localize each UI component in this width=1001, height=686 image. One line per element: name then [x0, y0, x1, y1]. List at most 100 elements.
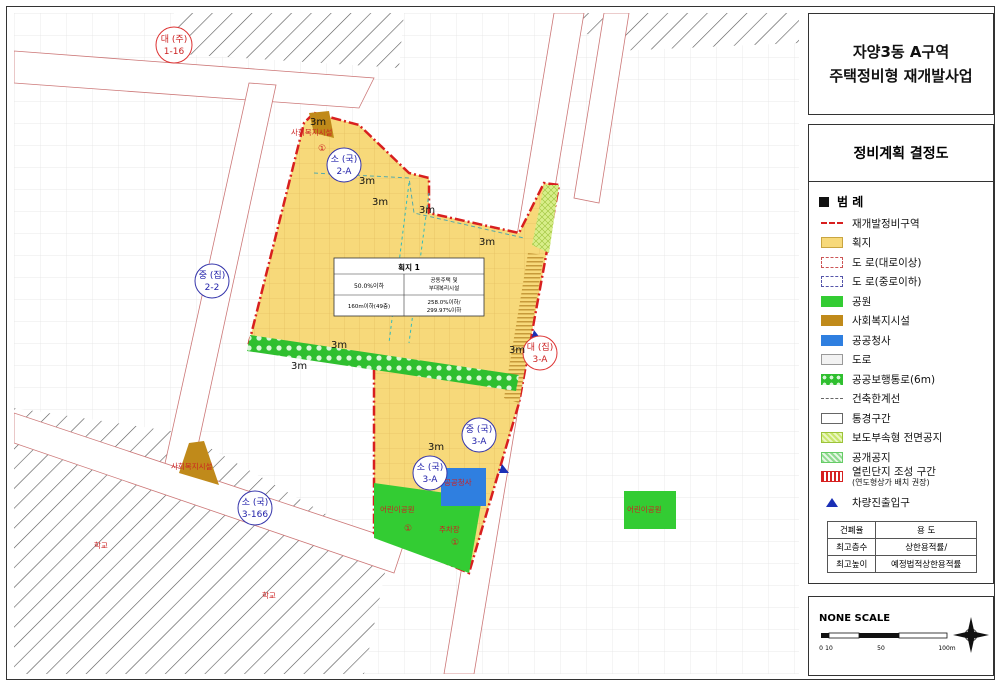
road-label-1: 대 (주) 1-16: [155, 26, 193, 64]
svg-text:100m: 100m: [938, 645, 955, 652]
svg-text:주차장: 주차장: [439, 524, 460, 534]
legend-item: 도로: [821, 352, 871, 368]
plan-map: 획지 1 50.0%이하 공동주택 및 부대복리시설 160m이하(49층) 2…: [14, 13, 799, 674]
road-label-5: 중 (국) 3-A: [461, 417, 497, 453]
legend-item: 공공청사: [821, 332, 891, 348]
lot-table: 획지 1 50.0%이하 공동주택 및 부대복리시설 160m이하(49층) 2…: [333, 257, 485, 317]
legend-item-label: 건축한계선: [852, 393, 901, 405]
legend-item-label: 획지: [852, 237, 872, 249]
svg-text:①: ①: [451, 538, 459, 548]
legend-item: 사회복지시설: [821, 313, 910, 329]
view-corridor-icon: [821, 412, 843, 424]
legend-item-label: 재개발정비구역: [852, 217, 920, 230]
svg-text:어린이공원: 어린이공원: [380, 504, 415, 514]
road-fill-icon: [821, 354, 843, 365]
svg-text:3-A: 3-A: [423, 475, 439, 485]
legend-table: 건폐율 용 도 최고층수 상한용적률/ 최고높이 예정법적상한용적률: [826, 521, 977, 573]
lot-fill-icon: [821, 237, 843, 248]
vehicle-entrance-triangle-icon: [821, 497, 843, 508]
road-label-2: 소 (국) 2-A: [326, 147, 362, 183]
scale-bar: 0 10 50 100m: [819, 632, 956, 652]
legend-item-label: 도로: [852, 354, 872, 366]
svg-text:공동주택 및: 공동주택 및: [430, 277, 457, 284]
svg-text:학교: 학교: [94, 540, 108, 550]
setback-label: 3m: [479, 237, 495, 248]
svg-text:2-A: 2-A: [337, 167, 353, 177]
road-label-4: 대 (집) 3-A: [522, 335, 558, 371]
legend-item: 재개발정비구역: [821, 215, 920, 231]
road-label-3: 중 (집) 2-2: [194, 263, 230, 299]
legend-item: 공개공지: [821, 449, 891, 465]
svg-text:2-2: 2-2: [205, 283, 220, 293]
legend-item-label: 공공보행통로(6m): [852, 373, 936, 386]
svg-text:50.0%이하: 50.0%이하: [354, 282, 385, 290]
legend-item: 차량진출입구: [821, 494, 910, 510]
legend-square-icon: [819, 197, 829, 207]
legend-item-label: 공개공지: [852, 451, 891, 464]
legend-heading: 정비계획 결정도: [809, 125, 993, 182]
svg-text:50: 50: [877, 645, 885, 652]
legend-item: 획지: [821, 235, 871, 251]
legend-item: 도 로(중로이하): [821, 274, 922, 290]
legend-item: 보도부속형 전면공지: [821, 430, 942, 446]
svg-text:160m이하(49층): 160m이하(49층): [348, 302, 390, 310]
svg-text:①: ①: [318, 144, 326, 154]
title-box: 자양3동 A구역 주택정비형 재개발사업: [808, 13, 994, 115]
setback-label: 3m: [428, 442, 444, 453]
setback-label: 3m: [509, 345, 525, 356]
legend-title: 범 례: [819, 193, 863, 210]
building-line-icon: [821, 398, 843, 399]
svg-text:중 (집): 중 (집): [199, 269, 225, 281]
open-space-hatch-icon: [821, 451, 843, 463]
setback-label: 3m: [359, 176, 375, 187]
svg-text:학교: 학교: [262, 590, 276, 600]
svg-text:10: 10: [825, 645, 833, 652]
road-label-7: 소 (국) 3-166: [237, 490, 273, 526]
svg-text:0: 0: [819, 645, 823, 652]
svg-text:중 (국): 중 (국): [466, 424, 492, 435]
road-label-6: 소 (국) 3-A: [412, 455, 448, 491]
svg-text:1-16: 1-16: [164, 47, 185, 57]
government-building: [441, 468, 486, 506]
front-space-hatch-icon: [821, 432, 843, 443]
park-fill-icon: [821, 295, 843, 307]
svg-text:①: ①: [404, 524, 412, 534]
svg-text:3-166: 3-166: [242, 510, 268, 520]
legend-item-label: 통경구간: [852, 412, 891, 425]
legend-item-label: 차량진출입구: [852, 496, 910, 509]
road-major-icon: [821, 256, 843, 268]
legend-item-label: 사회복지시설: [852, 315, 910, 327]
legend-item-label: 도 로(중로이하): [852, 276, 922, 288]
setback-label: 3m: [310, 117, 326, 128]
setback-label: 3m: [372, 197, 388, 208]
boundary-line-icon: [821, 222, 843, 224]
legend-item-label: 보도부속형 전면공지: [852, 432, 943, 444]
svg-text:3-A: 3-A: [533, 355, 549, 365]
svg-text:소 (국): 소 (국): [331, 154, 357, 165]
road-minor-icon: [821, 276, 843, 287]
legend-item-label: 공원: [852, 295, 872, 308]
title-line-2: 주택정비형 재개발사업: [829, 67, 973, 85]
legend-item: 공공보행통로(6m): [821, 371, 935, 387]
scale-box: NONE SCALE 0 10 50 100m: [808, 596, 994, 676]
svg-text:258.0%이하/: 258.0%이하/: [428, 298, 461, 306]
lot-table-title: 획지 1: [398, 262, 420, 272]
svg-text:소 (국): 소 (국): [242, 497, 268, 508]
legend-panel: 정비계획 결정도 범 례 재개발정비구역획지도 로(대로이상) 도 로(중로이하)…: [808, 124, 994, 584]
setback-label: 3m: [331, 340, 347, 351]
svg-text:부대복리시설: 부대복리시설: [429, 284, 459, 292]
north-arrow-icon: [953, 617, 989, 653]
svg-text:대 (집): 대 (집): [527, 341, 553, 353]
svg-text:소 (국): 소 (국): [417, 462, 443, 473]
legend-item: 도 로(대로이상): [821, 254, 922, 270]
legend-item-label: 공공청사: [852, 334, 891, 347]
svg-text:사회복지시설: 사회복지시설: [171, 462, 212, 471]
open-complex-stripes-icon: [821, 471, 843, 482]
svg-text:사회복지시설: 사회복지시설: [291, 128, 332, 137]
legend-item: 통경구간: [821, 410, 891, 426]
setback-label: 3m: [291, 361, 307, 372]
legend-item-label: 열린단지 조성 구간 (연도형상가 배치 권장): [852, 465, 936, 487]
svg-text:공공청사: 공공청사: [444, 478, 472, 487]
legend-item: 열린단지 조성 구간 (연도형상가 배치 권장): [821, 465, 936, 487]
legend-item: 공원: [821, 293, 871, 309]
